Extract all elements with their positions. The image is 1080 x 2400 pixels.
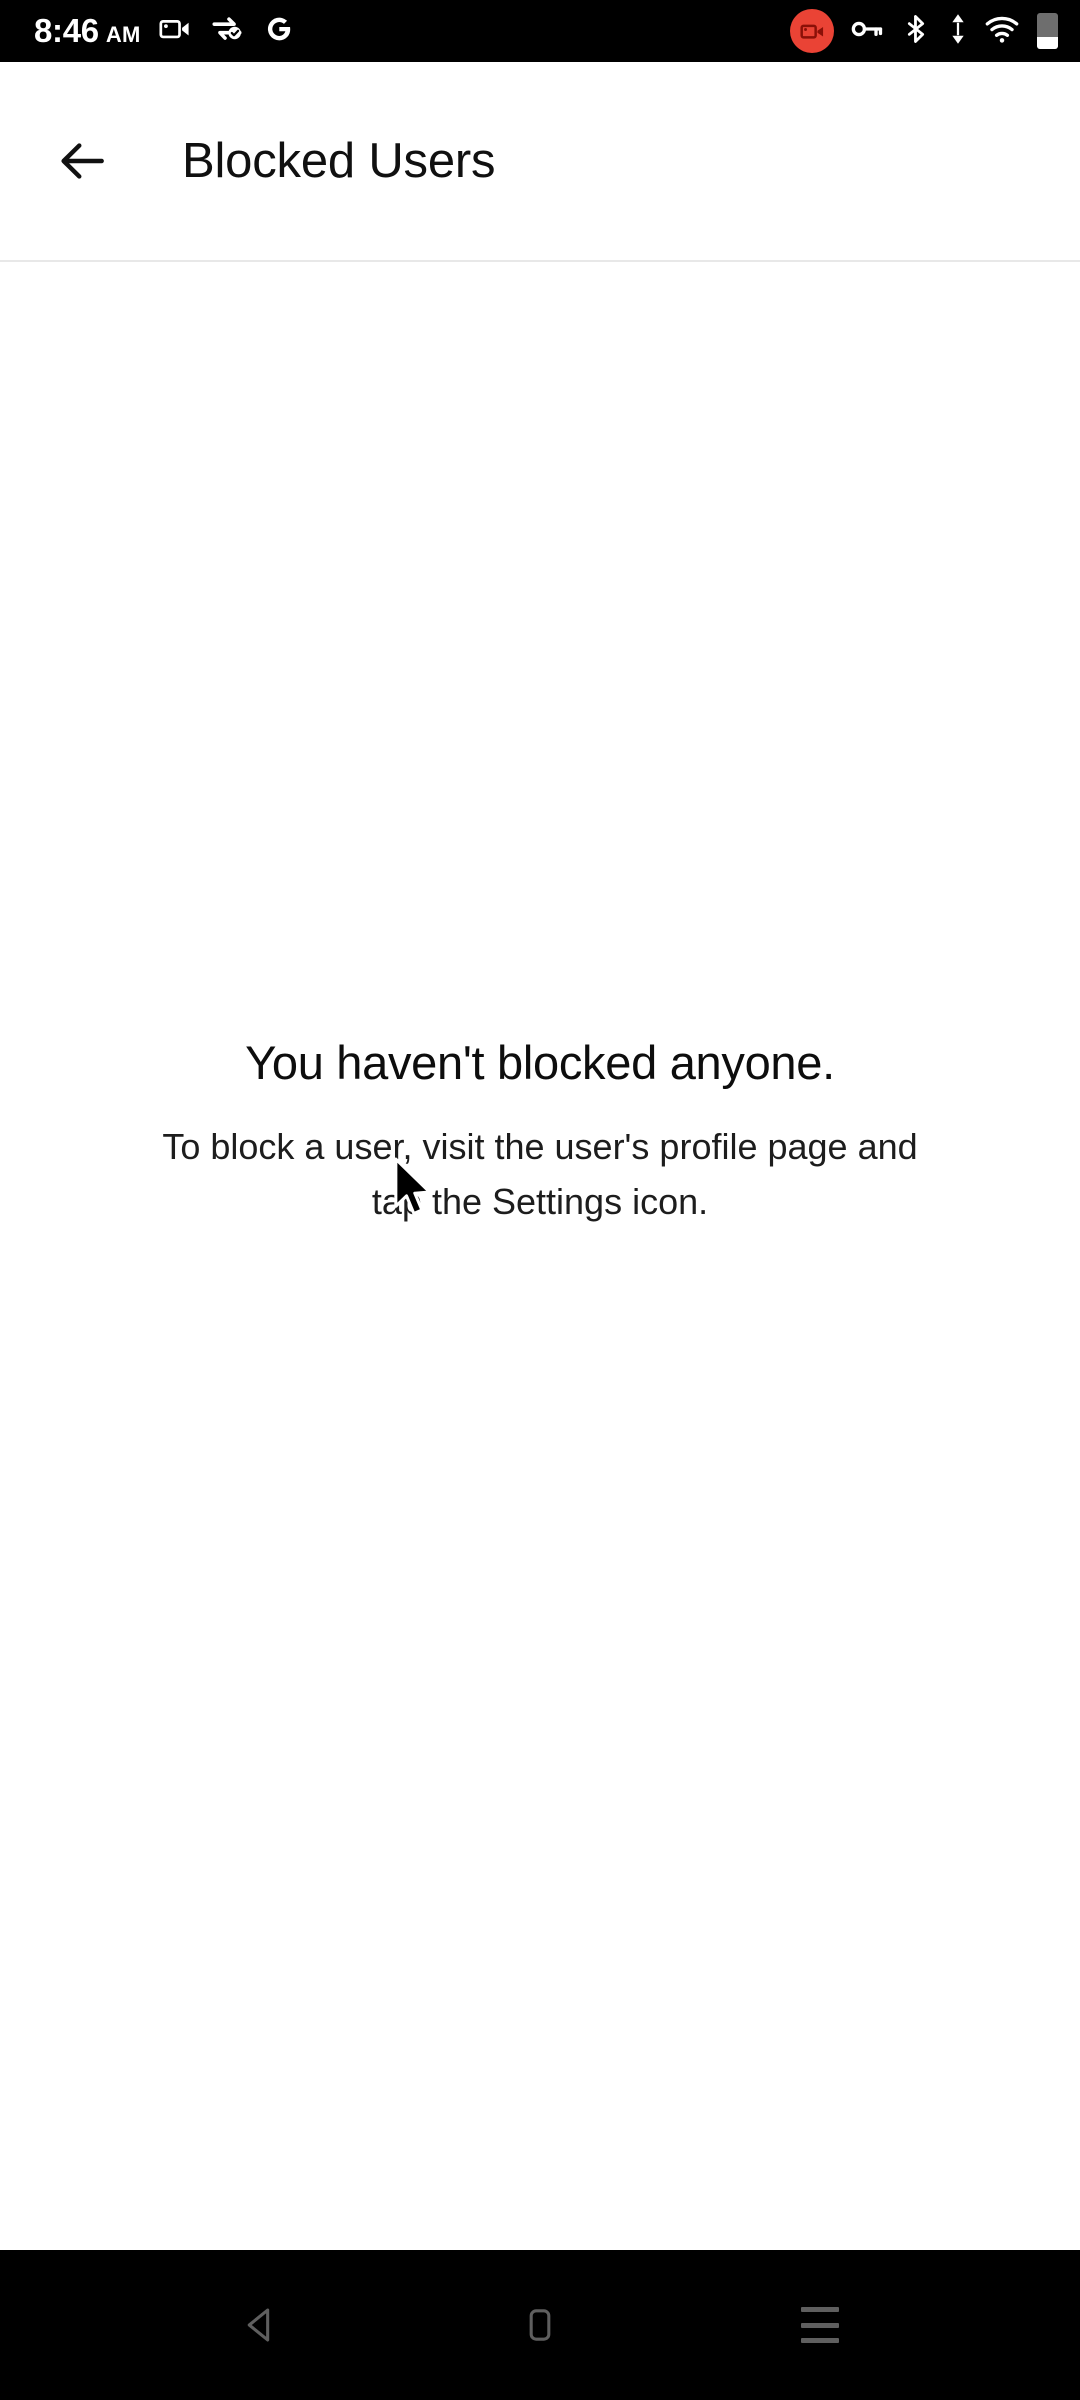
nav-home-square-icon (529, 2309, 551, 2341)
data-transfer-icon (947, 12, 969, 51)
arrow-left-icon (61, 143, 104, 179)
nav-home-button[interactable] (480, 2270, 600, 2380)
vpn-key-icon (849, 11, 885, 52)
status-bar: 8:46 AM (0, 0, 1080, 62)
bluetooth-icon (900, 13, 932, 50)
main-content: You haven't blocked anyone. To block a u… (0, 262, 1080, 2250)
wifi-icon (984, 11, 1020, 52)
page-title: Blocked Users (182, 134, 496, 188)
status-bar-clock: 8:46 AM (34, 12, 140, 50)
empty-state-title: You haven't blocked anyone. (245, 1035, 835, 1089)
nav-back-button[interactable] (200, 2270, 320, 2380)
data-sync-icon (210, 12, 244, 51)
screen-record-badge-icon (790, 9, 834, 53)
empty-state-description: To block a user, visit the user's profil… (162, 1126, 918, 1222)
screen-record-icon (158, 12, 192, 51)
back-button[interactable] (52, 130, 114, 192)
clock-time: 8:46 (34, 12, 99, 49)
empty-state: You haven't blocked anyone. To block a u… (60, 1035, 1020, 1230)
system-nav-bar (0, 2250, 1080, 2400)
google-icon (262, 12, 296, 51)
nav-recents-button[interactable] (760, 2270, 880, 2380)
app-bar: Blocked Users (0, 62, 1080, 262)
phone-screen: 8:46 AM Blocked Users You haven't blocke… (0, 0, 1080, 2400)
nav-back-triangle-icon (247, 2308, 270, 2342)
clock-meridiem: AM (105, 22, 141, 47)
battery-level (1037, 37, 1058, 49)
battery-icon (1037, 13, 1058, 49)
status-bar-right (790, 9, 1058, 53)
nav-recents-lines-icon (801, 2307, 839, 2343)
status-bar-left: 8:46 AM (34, 12, 296, 51)
